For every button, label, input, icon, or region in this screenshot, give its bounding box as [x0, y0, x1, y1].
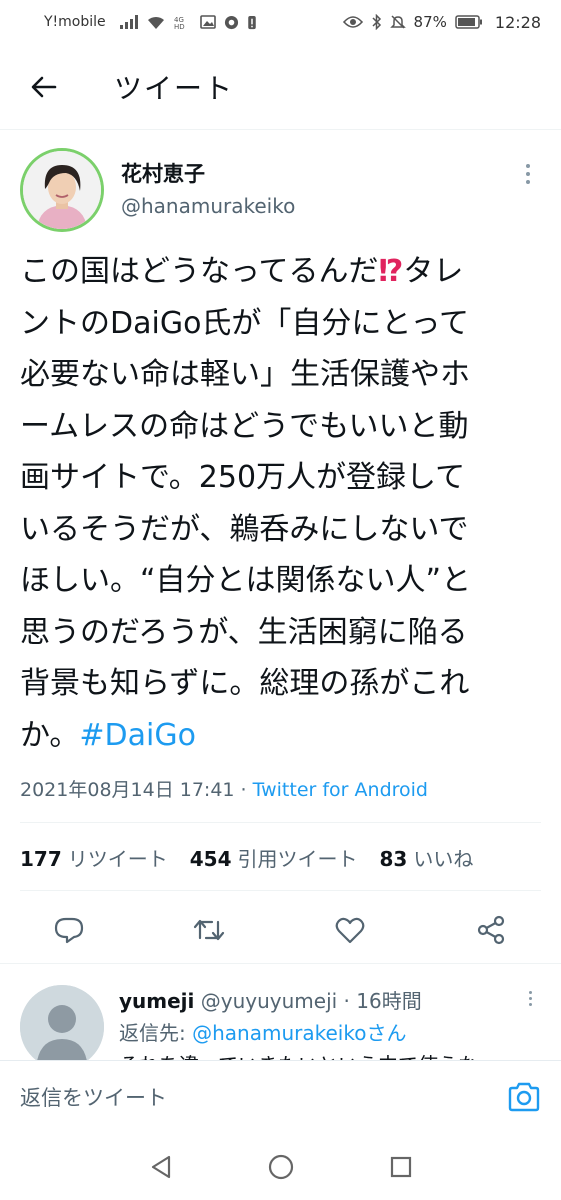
reply-compose-placeholder[interactable]: 返信をツイート [20, 1082, 167, 1112]
mute-icon [389, 14, 406, 30]
divider [0, 963, 561, 964]
tweet-text-line: ほしい。“自分とは関係ない人”と [20, 563, 472, 598]
exclamation-question-icon: ⁉ [378, 254, 404, 289]
reply-to-label: 返信先: [119, 1021, 193, 1045]
quotes-stat[interactable]: 454 引用ツイート [190, 843, 358, 872]
tweet-meta: 2021年08月14日 17:41 · Twitter for Android [20, 775, 428, 802]
nav-recents-button[interactable] [386, 1152, 416, 1182]
nav-back-button[interactable] [146, 1152, 176, 1182]
tweet-author: 花村恵子 @hanamurakeiko [0, 148, 561, 232]
retweet-icon [193, 919, 225, 941]
tweet-text-line: か。#DaiGo [20, 710, 550, 762]
retweets-stat[interactable]: 177 リツイート [20, 843, 168, 872]
clock: 12:28 [494, 12, 541, 32]
tweet-timestamp[interactable]: 2021年08月14日 17:41 [20, 779, 235, 801]
quotes-label: 引用ツイート [237, 847, 358, 871]
likes-stat[interactable]: 83 いいね [380, 843, 474, 872]
square-recents-icon [390, 1156, 412, 1178]
reply-tweet[interactable]: yumeji @yuyuyumeji · 16時間 返信先: @hanamura… [0, 980, 561, 1060]
share-button[interactable] [474, 913, 508, 947]
reply-to: 返信先: @hanamurakeikoさん [119, 1017, 406, 1046]
more-dot-icon [528, 990, 532, 994]
back-button[interactable] [22, 65, 66, 109]
author-avatar[interactable] [20, 148, 104, 232]
page-title: ツイート [114, 71, 235, 105]
app-header: ツイート [0, 44, 561, 130]
reply-text: それを違っていきたいという中で使うな [119, 1049, 478, 1060]
retweets-count: 177 [20, 847, 62, 871]
battery-percent: 87% [413, 13, 447, 31]
likes-count: 83 [379, 847, 408, 871]
bluetooth-icon [371, 14, 382, 30]
signal-icon [119, 15, 138, 29]
alert-icon [247, 15, 257, 30]
status-right: 87% 12:28 [342, 12, 541, 32]
hashtag-link[interactable]: #DaiGo [79, 718, 196, 753]
carrier-label: Y!mobile [44, 14, 106, 30]
tweet-text-line: 背景も知らずに。総理の孫がこれ [20, 666, 470, 701]
reply-button[interactable] [52, 913, 86, 947]
triangle-back-icon [151, 1155, 171, 1179]
reply-time: 16時間 [356, 989, 422, 1013]
camera-button[interactable] [505, 1079, 543, 1115]
battery-icon [455, 15, 483, 29]
tweet-text-line: この国はどうなってるんだ⁉タレ [20, 246, 550, 298]
reply-to-mention[interactable]: @hanamurakeikoさん [192, 1021, 406, 1045]
tweet-actions [0, 905, 561, 953]
reply-more-button[interactable] [520, 986, 540, 1010]
tweet-text-line: ントのDaiGo氏が「自分にとって [20, 305, 470, 341]
retweet-button[interactable] [192, 913, 226, 947]
reply-separator: · [337, 989, 357, 1013]
circle-home-icon [268, 1154, 294, 1180]
back-arrow-icon [31, 76, 57, 97]
tweet-source-link[interactable]: Twitter for Android [253, 779, 428, 801]
status-left: Y!mobile 4G HD [44, 14, 257, 30]
nav-home-button[interactable] [266, 1152, 296, 1182]
more-dot-icon [526, 164, 530, 168]
tweet-text-segment: か。 [20, 717, 80, 753]
wifi-icon [146, 15, 166, 30]
more-dot-icon [528, 996, 532, 1000]
retweets-label: リツイート [67, 847, 168, 871]
like-icon [335, 917, 365, 944]
tweet-text-line: いるそうだが、鵜呑みにしないで [20, 511, 469, 547]
quotes-count: 454 [189, 847, 232, 871]
likes-label: いいね [413, 847, 474, 871]
reply-author-name[interactable]: yumeji [119, 989, 194, 1013]
more-dot-icon [526, 180, 530, 184]
tweet-more-button[interactable] [516, 160, 540, 188]
eye-icon [342, 15, 363, 29]
author-handle[interactable]: @hanamurakeiko [121, 194, 295, 218]
system-nav-bar [0, 1132, 561, 1200]
share-icon [477, 915, 505, 945]
camera-icon [508, 1082, 540, 1112]
tweet-stats: 177 リツイート 454 引用ツイート 83 いいね [20, 843, 495, 872]
tweet-text-segment: この国はどうなってるんだ [20, 254, 379, 289]
divider [20, 822, 541, 823]
chrome-icon [224, 15, 239, 30]
reply-header: yumeji @yuyuyumeji · 16時間 [119, 985, 422, 1014]
divider [20, 890, 541, 891]
tweet-text-line: ームレスの命はどうでもいいと動 [20, 408, 469, 444]
status-bar: Y!mobile 4G HD 87% 12:28 [0, 0, 561, 44]
tweet-text-segment: タレ [403, 254, 464, 289]
svg-text:HD: HD [174, 23, 185, 29]
reply-author-handle[interactable]: @yuyuyumeji [201, 989, 337, 1013]
tweet-text-line: 思うのだろうが、生活困窮に陥る [20, 614, 468, 650]
more-dot-icon [526, 172, 530, 176]
author-name[interactable]: 花村恵子 [121, 158, 205, 188]
tweet-text-line: 画サイトで。250万人が登録して [20, 460, 466, 495]
reply-icon [54, 917, 84, 944]
tweet-text: この国はどうなってるんだ⁉タレ ントのDaiGo氏が「自分にとって 必要ない命は… [20, 246, 550, 761]
like-button[interactable] [333, 913, 367, 947]
more-dot-icon [528, 1002, 532, 1006]
reply-avatar[interactable] [20, 985, 104, 1060]
meta-separator: · [234, 779, 253, 801]
data-icon: 4G HD [174, 15, 192, 29]
reply-compose-bar[interactable]: 返信をツイート [0, 1060, 561, 1132]
image-icon [199, 15, 216, 29]
tweet-text-line: 必要ない命は軽い」生活保護やホ [20, 357, 470, 392]
